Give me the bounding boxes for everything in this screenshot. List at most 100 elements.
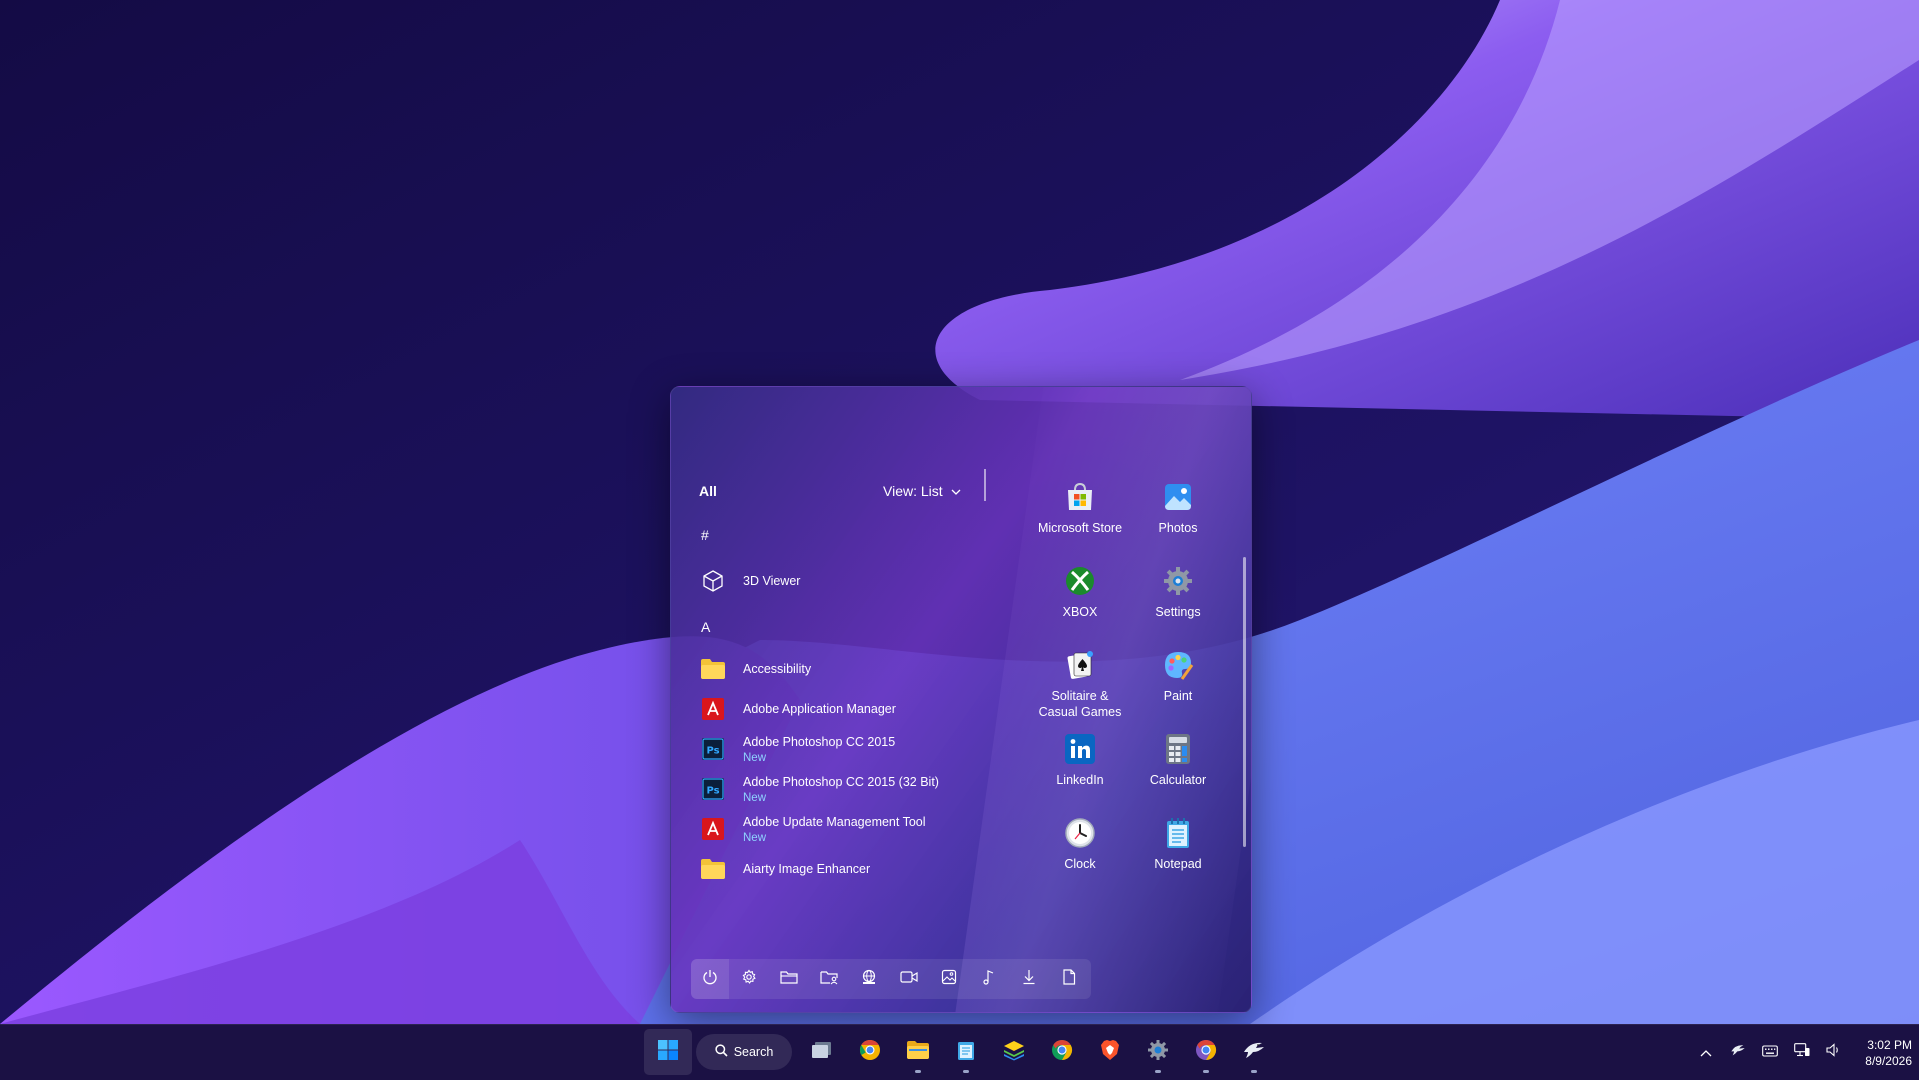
taskbar-chrome[interactable] [1038,1029,1086,1075]
taskbar-task-view[interactable] [798,1029,846,1075]
tray-bird-app[interactable] [1722,1025,1754,1080]
power-button[interactable] [691,959,729,999]
taskbar-bluestacks[interactable] [990,1029,1038,1075]
paint-palette-icon [1160,647,1196,683]
music-shortcut-button[interactable] [969,959,1009,999]
gear-icon [1147,1039,1169,1066]
new-badge: New [743,751,767,764]
solitaire-icon [1062,647,1098,683]
taskbar-file-explorer[interactable] [894,1029,942,1075]
pinned-label: Photos [1158,521,1198,535]
taskbar-bird-app[interactable] [1230,1029,1278,1075]
pictures-shortcut-button[interactable] [929,959,969,999]
bird-icon [1242,1040,1266,1065]
pictures-icon [941,969,957,990]
chevron-down-icon [951,487,961,498]
view-toggle-label: View: List [883,483,943,499]
all-apps-list: # 3D Viewer A Accessibility Adobe Applic… [693,513,993,889]
network-shortcut-button[interactable] [849,959,889,999]
pinned-apps-grid: Microsoft Store Photos XBOX Settings Sol… [1031,479,1227,899]
pinned-settings[interactable]: Settings [1129,563,1227,647]
tray-keyboard[interactable] [1754,1025,1786,1080]
adobe-icon [699,695,727,723]
clock-icon [1062,815,1098,851]
app-item-adobe-photoshop-cc-2015[interactable]: Ps Adobe Photoshop CC 2015 New [693,729,993,769]
app-item-name: Adobe Update Management Tool [743,814,926,829]
tray-network[interactable] [1786,1025,1818,1080]
xbox-icon [1062,563,1098,599]
windows-logo-icon [657,1039,679,1066]
taskbar-clock[interactable]: 3:02 PM 8/9/2026 [1840,1037,1912,1069]
pinned-label: Calculator [1149,773,1207,787]
app-item-name: Accessibility [743,662,812,676]
pinned-calculator[interactable]: Calculator [1129,731,1227,815]
adobe-icon [699,815,727,843]
letter-header-hash[interactable]: # [693,513,993,557]
new-badge: New [743,831,767,844]
letter-header-a[interactable]: A [693,605,993,649]
app-item-accessibility[interactable]: Accessibility [693,649,993,689]
app-item-name: 3D Viewer [743,574,801,588]
task-view-icon [811,1040,833,1065]
chrome-icon [859,1039,881,1066]
folder-icon [699,855,727,883]
photos-icon [1160,479,1196,515]
app-item-name: Adobe Photoshop CC 2015 (32 Bit) [743,774,939,789]
cube-icon [699,567,727,595]
pinned-xbox[interactable]: XBOX [1031,563,1129,647]
start-button[interactable] [644,1029,692,1075]
file-explorer-icon [780,969,798,990]
pinned-label: XBOX [1062,605,1098,619]
personal-folder-shortcut-button[interactable] [809,959,849,999]
app-item-aiarty-image-enhancer[interactable]: Aiarty Image Enhancer [693,849,993,889]
taskbar-chrome-canary[interactable] [846,1029,894,1075]
taskbar-notepad[interactable] [942,1029,990,1075]
taskbar-brave[interactable] [1086,1029,1134,1075]
search-label: Search [733,1045,774,1059]
downloads-shortcut-button[interactable] [1009,959,1049,999]
show-hidden-icons-button[interactable] [1690,1025,1722,1080]
view-toggle-button[interactable]: View: List [883,483,961,499]
pinned-label: LinkedIn [1056,773,1104,787]
documents-shortcut-button[interactable] [1049,959,1089,999]
notepad-icon [1160,815,1196,851]
app-item-adobe-application-manager[interactable]: Adobe Application Manager [693,689,993,729]
app-item-adobe-update-management-tool[interactable]: Adobe Update Management Tool New [693,809,993,849]
search-icon [715,1044,728,1060]
pinned-label: Paint [1163,689,1193,703]
clock-time: 3:02 PM [1867,1038,1912,1052]
chrome-icon [1195,1039,1217,1066]
file-explorer-shortcut-button[interactable] [769,959,809,999]
calculator-icon [1160,731,1196,767]
pinned-scrollbar[interactable] [1243,557,1246,847]
chrome-icon [1051,1039,1073,1066]
bird-tray-icon [1730,1043,1746,1062]
pinned-microsoft-store[interactable]: Microsoft Store [1031,479,1129,563]
taskbar-search-button[interactable]: Search [696,1034,792,1070]
bluestacks-icon [1003,1039,1025,1066]
chevron-up-icon [1700,1044,1712,1062]
clock-date: 8/9/2026 [1865,1054,1912,1068]
app-item-name: Adobe Application Manager [743,702,896,716]
pinned-clock[interactable]: Clock [1031,815,1129,899]
pinned-paint[interactable]: Paint [1129,647,1227,731]
pinned-solitaire[interactable]: Solitaire & Casual Games [1031,647,1129,731]
svg-text:Ps: Ps [706,786,719,797]
photoshop-icon: Ps [699,775,727,803]
videos-shortcut-button[interactable] [889,959,929,999]
app-item-name: Adobe Photoshop CC 2015 [743,734,896,749]
svg-text:Ps: Ps [706,746,719,757]
new-badge: New [743,791,767,804]
system-tray [1690,1025,1850,1080]
pinned-notepad[interactable]: Notepad [1129,815,1227,899]
taskbar-chrome-beta[interactable] [1182,1029,1230,1075]
app-item-adobe-photoshop-cc-2015-32bit[interactable]: Ps Adobe Photoshop CC 2015 (32 Bit) New [693,769,993,809]
linkedin-icon [1062,731,1098,767]
brave-icon [1100,1039,1120,1066]
app-item-3d-viewer[interactable]: 3D Viewer [693,557,993,605]
settings-shortcut-button[interactable] [729,959,769,999]
taskbar-settings[interactable] [1134,1029,1182,1075]
pinned-label: Notepad [1154,857,1202,871]
pinned-photos[interactable]: Photos [1129,479,1227,563]
pinned-linkedin[interactable]: LinkedIn [1031,731,1129,815]
